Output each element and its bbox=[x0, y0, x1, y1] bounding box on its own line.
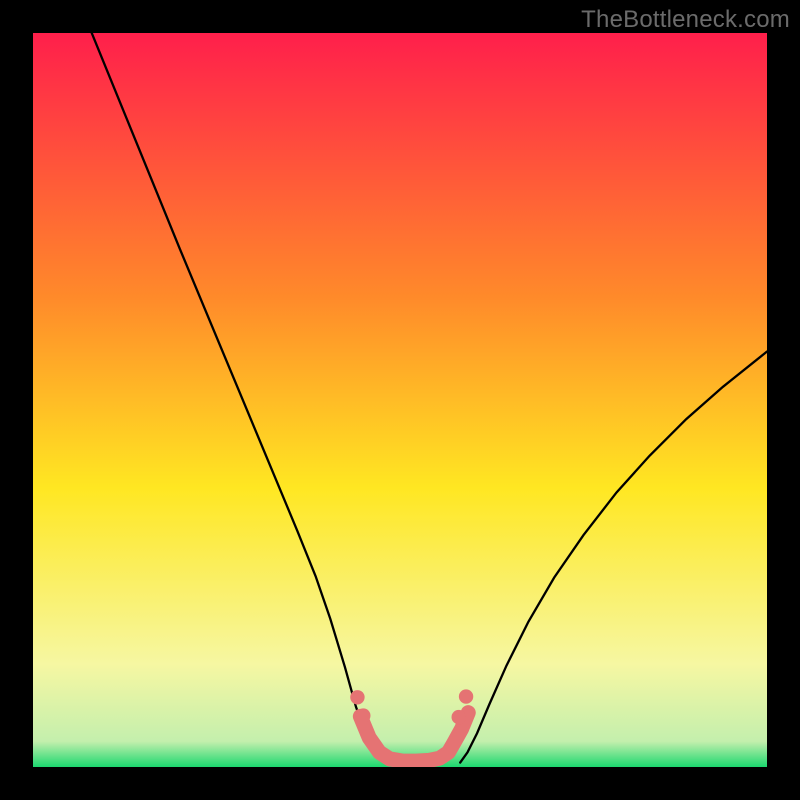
watermark-text: TheBottleneck.com bbox=[581, 6, 790, 34]
chart-frame: TheBottleneck.com bbox=[0, 0, 800, 800]
chart-svg bbox=[33, 33, 767, 767]
chart-background bbox=[33, 33, 767, 767]
plot-area bbox=[33, 33, 767, 767]
salmon-dot bbox=[459, 689, 473, 703]
salmon-dot bbox=[350, 690, 364, 704]
salmon-dot bbox=[356, 708, 370, 722]
salmon-dot bbox=[452, 710, 466, 724]
